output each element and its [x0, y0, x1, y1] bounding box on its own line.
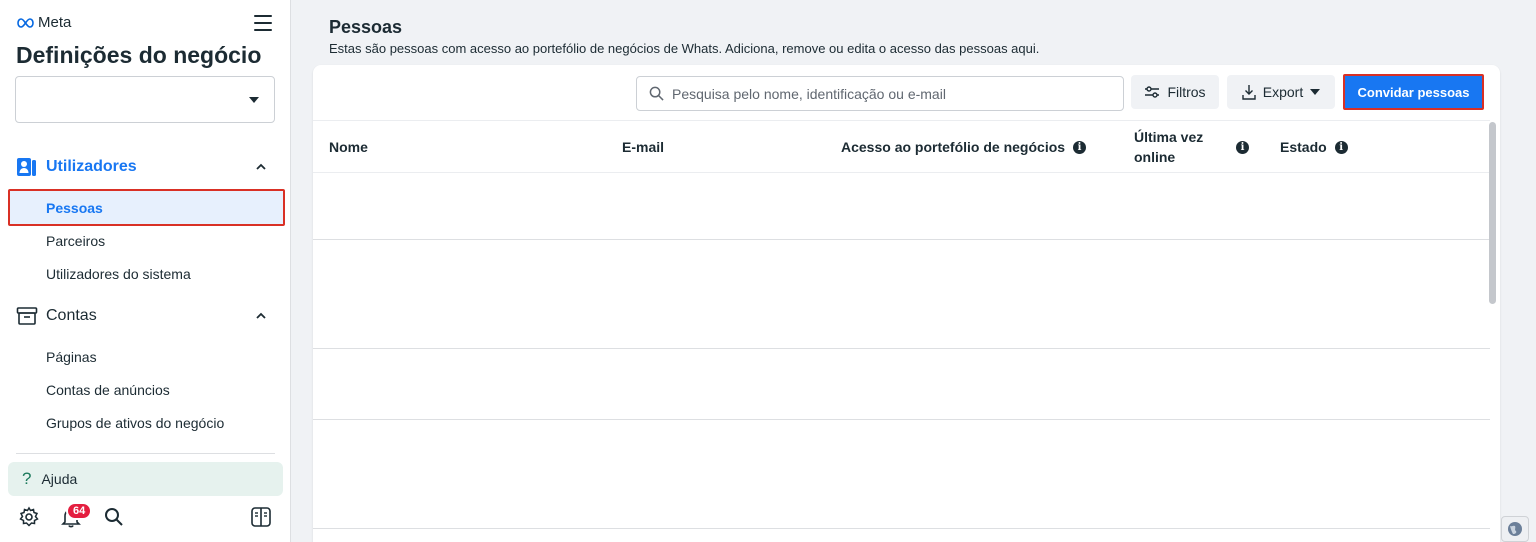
meta-infinity-icon — [17, 17, 34, 28]
section-accounts-header[interactable]: Contas — [16, 304, 266, 328]
chevron-up-icon[interactable] — [256, 311, 266, 321]
search-icon[interactable] — [103, 506, 125, 528]
table-row[interactable] — [313, 240, 1490, 349]
business-account-select[interactable] — [15, 76, 275, 123]
invite-people-button[interactable]: Convidar pessoas — [1343, 74, 1484, 110]
info-icon[interactable]: i — [1236, 140, 1249, 154]
sidebar-item-pages[interactable]: Páginas — [46, 349, 97, 365]
help-button[interactable]: ? Ajuda — [8, 462, 283, 496]
filters-button[interactable]: Filtros — [1131, 75, 1219, 109]
sidebar-item-ad-accounts[interactable]: Contas de anúncios — [46, 382, 170, 398]
notification-badge: 64 — [66, 502, 93, 520]
question-mark-icon: ? — [22, 469, 32, 488]
table-row[interactable] — [313, 173, 1490, 240]
archive-box-icon — [16, 305, 38, 327]
hamburger-menu-icon[interactable] — [254, 15, 272, 31]
search-box[interactable] — [636, 76, 1124, 111]
info-icon[interactable]: i — [1334, 140, 1348, 154]
column-last-online[interactable]: Última vez online i — [1134, 127, 1254, 167]
search-icon — [649, 86, 664, 101]
chevron-up-icon[interactable] — [256, 162, 266, 172]
column-name[interactable]: Nome — [329, 139, 368, 155]
sliders-icon — [1145, 86, 1160, 98]
page-subtitle: Estas são pessoas com acesso ao portefól… — [329, 41, 1040, 56]
caret-down-icon — [249, 97, 259, 103]
info-icon[interactable]: i — [1073, 140, 1087, 154]
table-header: Nome E-mail Acesso ao portefólio de negó… — [313, 120, 1490, 173]
sidebar-title: Definições do negócio — [16, 42, 262, 68]
language-globe-icon[interactable] — [1501, 516, 1529, 542]
gear-icon[interactable] — [18, 506, 40, 528]
help-label: Ajuda — [41, 471, 78, 487]
export-button[interactable]: Export — [1227, 75, 1335, 109]
caret-down-icon — [1310, 89, 1321, 95]
export-label: Export — [1262, 84, 1304, 100]
section-users-label: Utilizadores — [46, 158, 137, 175]
users-badge-icon — [16, 156, 38, 178]
table-scrollbar[interactable] — [1489, 122, 1496, 304]
sidebar: Meta Definições do negócio Utilizadores … — [0, 0, 291, 542]
panel-icon[interactable] — [250, 506, 272, 528]
sidebar-item-pessoas-label[interactable]: Pessoas — [46, 200, 103, 216]
section-accounts-label: Contas — [46, 307, 97, 324]
meta-logo: Meta — [16, 14, 71, 31]
column-email[interactable]: E-mail — [622, 139, 664, 155]
sidebar-item-system-users[interactable]: Utilizadores do sistema — [46, 266, 191, 282]
sidebar-bottom-toolbar — [18, 506, 274, 530]
filters-label: Filtros — [1167, 84, 1206, 100]
column-status[interactable]: Estado i — [1280, 139, 1348, 155]
column-access[interactable]: Acesso ao portefólio de negócios i — [841, 139, 1087, 155]
search-input[interactable] — [672, 85, 1092, 102]
sidebar-divider — [16, 453, 275, 454]
people-table-card: Filtros Export Convidar pessoas Nome E-m… — [313, 65, 1500, 542]
sidebar-item-asset-groups[interactable]: Grupos de ativos do negócio — [46, 415, 224, 431]
sidebar-item-parceiros[interactable]: Parceiros — [46, 233, 105, 249]
meta-brand-text: Meta — [38, 14, 72, 31]
download-icon — [1242, 85, 1256, 100]
page-title: Pessoas — [329, 17, 403, 37]
table-row[interactable] — [313, 349, 1490, 420]
section-users-header[interactable]: Utilizadores — [16, 155, 266, 179]
table-row[interactable] — [313, 420, 1490, 529]
